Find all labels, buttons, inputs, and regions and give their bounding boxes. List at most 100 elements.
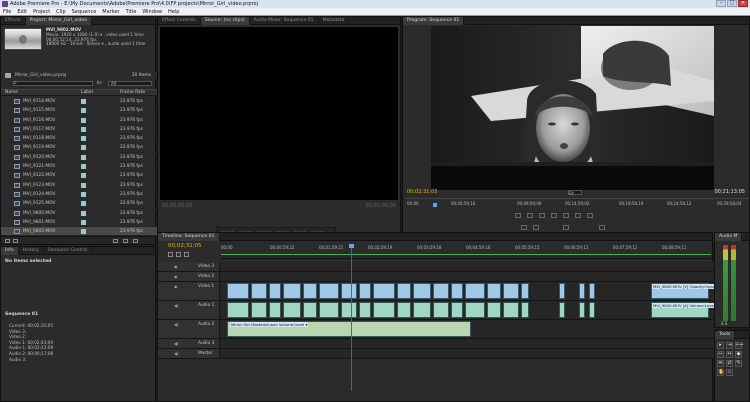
menu-file[interactable]: File bbox=[3, 8, 11, 15]
menu-sequence[interactable]: Sequence bbox=[72, 8, 97, 15]
program-playhead[interactable] bbox=[433, 203, 437, 207]
video-clip[interactable] bbox=[397, 283, 411, 299]
file-row[interactable]: MVI_9115.MOV 23.976 fps bbox=[1, 106, 157, 116]
source-timecode-current[interactable]: 00;00;00;00 bbox=[162, 203, 193, 210]
tab-program[interactable]: Program: Sequence 01 bbox=[403, 17, 465, 25]
project-search-input[interactable]: ⌕ bbox=[13, 81, 93, 86]
minimize-button[interactable]: – bbox=[716, 0, 726, 7]
video-clip[interactable] bbox=[373, 283, 395, 299]
step-forward-button[interactable] bbox=[575, 213, 581, 218]
label-swatch[interactable] bbox=[81, 108, 86, 114]
audio-clip[interactable] bbox=[319, 302, 339, 318]
video-clip[interactable] bbox=[521, 283, 529, 299]
label-swatch[interactable] bbox=[81, 191, 86, 197]
video-clip[interactable] bbox=[579, 283, 585, 299]
timeline-current-timecode[interactable]: 00;02;31;05 bbox=[168, 243, 202, 249]
audio-clip[interactable] bbox=[397, 302, 411, 318]
play-button[interactable] bbox=[563, 213, 569, 218]
label-swatch[interactable] bbox=[81, 136, 86, 142]
label-swatch[interactable] bbox=[81, 210, 86, 216]
video-clip[interactable] bbox=[227, 283, 249, 299]
track-header[interactable]: ◉ Video 2 bbox=[158, 272, 220, 281]
menu-help[interactable]: Help bbox=[168, 8, 179, 15]
label-swatch[interactable] bbox=[81, 126, 86, 132]
keyframe-icon[interactable] bbox=[184, 252, 189, 257]
label-swatch[interactable] bbox=[81, 154, 86, 160]
file-row[interactable]: MVI_9116.MOV 23.976 fps bbox=[1, 116, 157, 125]
audio-clip[interactable] bbox=[413, 302, 431, 318]
file-row[interactable]: MVI_9123.MOV 23.976 fps bbox=[1, 181, 157, 190]
menu-title[interactable]: Title bbox=[126, 8, 137, 15]
tab-audio-mixer[interactable]: Audio Mixer: Sequence 01 bbox=[250, 17, 319, 25]
label-swatch[interactable] bbox=[81, 182, 86, 188]
video-clip[interactable] bbox=[283, 283, 301, 299]
rate-stretch-tool-icon[interactable]: ↔ bbox=[726, 351, 733, 358]
close-button[interactable]: ✕ bbox=[738, 0, 748, 7]
audio-clip[interactable] bbox=[589, 302, 595, 318]
export-frame-button[interactable] bbox=[599, 225, 605, 230]
column-label[interactable]: Label bbox=[81, 90, 93, 96]
track-header[interactable]: ◉ Video 1 bbox=[158, 282, 220, 300]
video-clip[interactable] bbox=[303, 283, 317, 299]
track-lane[interactable] bbox=[221, 262, 714, 271]
file-row[interactable]: MVI_9122.MOV 23.976 fps bbox=[1, 171, 157, 181]
slip-tool-icon[interactable]: ⇹ bbox=[717, 360, 724, 367]
file-row[interactable]: MVI_9120.MOV 23.976 fps bbox=[1, 153, 157, 163]
tab-project[interactable]: Project: Mirror_Girl_video bbox=[25, 17, 93, 25]
trash-icon[interactable] bbox=[133, 239, 138, 243]
label-swatch[interactable] bbox=[81, 229, 86, 235]
video-clip[interactable] bbox=[503, 283, 519, 299]
program-current-timecode[interactable]: 00;02;31;05 bbox=[407, 189, 438, 195]
rolling-edit-tool-icon[interactable]: ⇿ bbox=[717, 351, 724, 358]
lift-button[interactable] bbox=[521, 225, 527, 230]
speaker-icon[interactable]: ◀) bbox=[174, 322, 179, 327]
clip-thumbnail[interactable] bbox=[4, 28, 42, 50]
marker-icon[interactable] bbox=[176, 252, 181, 257]
video-clip[interactable] bbox=[269, 283, 281, 299]
label-swatch[interactable] bbox=[81, 173, 86, 179]
slide-tool-icon[interactable]: ⇄ bbox=[726, 360, 733, 367]
audio-clip[interactable] bbox=[487, 302, 501, 318]
label-swatch[interactable] bbox=[81, 99, 86, 104]
column-frame-rate[interactable]: Frame Rate bbox=[120, 90, 145, 96]
file-row[interactable]: MVI_9119.MOV 23.976 fps bbox=[1, 143, 157, 153]
zoom-fit-dropdown[interactable]: Fit bbox=[567, 189, 582, 196]
label-swatch[interactable] bbox=[81, 219, 86, 225]
zoom-tool-icon[interactable]: ⌕ bbox=[726, 369, 733, 376]
tab-source[interactable]: Source: (no clips) bbox=[200, 17, 250, 25]
menu-clip[interactable]: Clip bbox=[56, 8, 65, 15]
video-clip[interactable] bbox=[465, 283, 485, 299]
music-clip[interactable]: Mirror Girl Mastered.wav Volume:Level ▾ bbox=[227, 321, 471, 337]
set-out-button[interactable] bbox=[527, 213, 533, 218]
file-row[interactable]: MVI_9121.MOV 23.976 fps bbox=[1, 162, 157, 172]
track-lane[interactable] bbox=[221, 272, 714, 281]
ripple-edit-tool-icon[interactable]: ⟷ bbox=[735, 342, 743, 349]
track-select-tool-icon[interactable]: ⇥ bbox=[726, 342, 733, 349]
audio-clip[interactable] bbox=[559, 302, 565, 318]
audio-clip[interactable] bbox=[579, 302, 585, 318]
audio-clip[interactable] bbox=[269, 302, 281, 318]
audio-clip[interactable] bbox=[359, 302, 371, 318]
file-row[interactable]: MVI_9118.MOV 23.976 fps bbox=[1, 134, 157, 144]
snap-icon[interactable] bbox=[168, 252, 173, 257]
tab-resource-central[interactable]: Resource Central bbox=[44, 247, 93, 255]
new-bin-icon[interactable] bbox=[113, 239, 118, 243]
track-lane[interactable] bbox=[221, 339, 714, 348]
tab-info[interactable]: Info bbox=[1, 247, 19, 255]
step-back-button[interactable] bbox=[551, 213, 557, 218]
go-to-in-button[interactable] bbox=[539, 213, 545, 218]
pen-tool-icon[interactable]: ✎ bbox=[735, 360, 742, 367]
label-swatch[interactable] bbox=[81, 164, 86, 170]
tab-tools[interactable]: Tools bbox=[715, 331, 736, 339]
menu-project[interactable]: Project bbox=[33, 8, 50, 15]
eye-icon[interactable]: ◉ bbox=[174, 284, 178, 289]
maximize-button[interactable]: □ bbox=[727, 0, 737, 7]
audio-clip[interactable] bbox=[465, 302, 485, 318]
video-clip[interactable] bbox=[451, 283, 463, 299]
video-clip[interactable] bbox=[319, 283, 339, 299]
video-clip[interactable] bbox=[251, 283, 267, 299]
audio-clip[interactable] bbox=[303, 302, 317, 318]
file-row[interactable]: MVI_9125.MOV 23.976 fps bbox=[1, 199, 157, 209]
icon-view-icon[interactable] bbox=[13, 239, 18, 243]
set-in-button[interactable] bbox=[515, 213, 521, 218]
